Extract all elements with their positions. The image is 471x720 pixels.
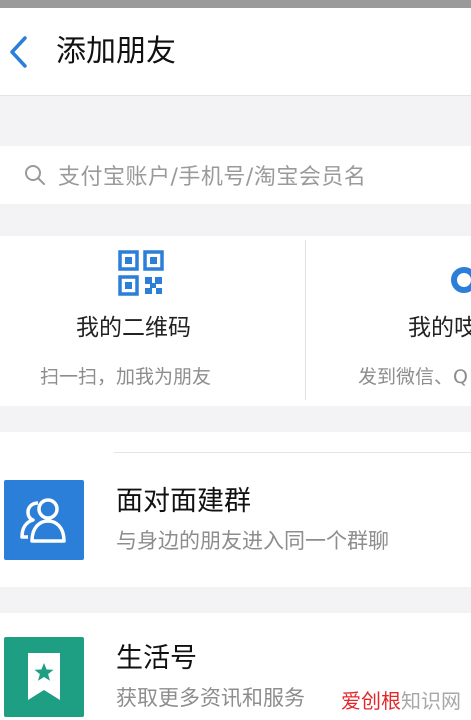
row-subtitle: 获取更多资讯和服务 [116,686,305,710]
my-qr-code-tile[interactable]: 我的二维码 扫一扫，加我为朋友 [0,236,305,406]
quick-tiles: 我的二维码 扫一扫，加我为朋友 我的吱 发到微信、Q [0,236,471,406]
row-divider [114,452,471,453]
tile-subtitle: 扫一扫，加我为朋友 [40,366,212,388]
watermark-brand: 爱创根 [341,689,401,713]
chevron-left-icon [10,36,27,68]
row-title: 面对面建群 [116,486,251,517]
face-to-face-group-item[interactable]: 面对面建群 与身边的朋友进入同一个群聊 [0,432,471,587]
status-bar-strip [0,0,471,8]
back-button[interactable] [0,30,36,74]
tile-title: 我的吱 [408,315,471,341]
two-people-icon [20,498,66,543]
tile-subtitle: 发到微信、Q [358,366,468,388]
search-placeholder: 支付宝账户/手机号/淘宝会员名 [58,165,367,190]
face-group-icon-tile [4,480,84,560]
search-icon [22,162,48,188]
zhi-icon [451,267,471,293]
bookmark-star-icon [28,653,60,700]
watermark-site: 知识网 [401,689,461,713]
qr-code-icon [118,250,164,296]
nav-header: 添加朋友 [0,8,471,96]
search-input[interactable]: 支付宝账户/手机号/淘宝会员名 [0,146,471,204]
row-title: 生活号 [116,643,197,674]
tile-title: 我的二维码 [76,315,191,341]
row-subtitle: 与身边的朋友进入同一个群聊 [116,529,389,553]
page-title: 添加朋友 [56,34,176,69]
my-zhi-tile[interactable]: 我的吱 发到微信、Q [306,236,471,406]
life-icon-tile [4,637,84,717]
watermark: 爱创根知识网 [339,685,463,714]
